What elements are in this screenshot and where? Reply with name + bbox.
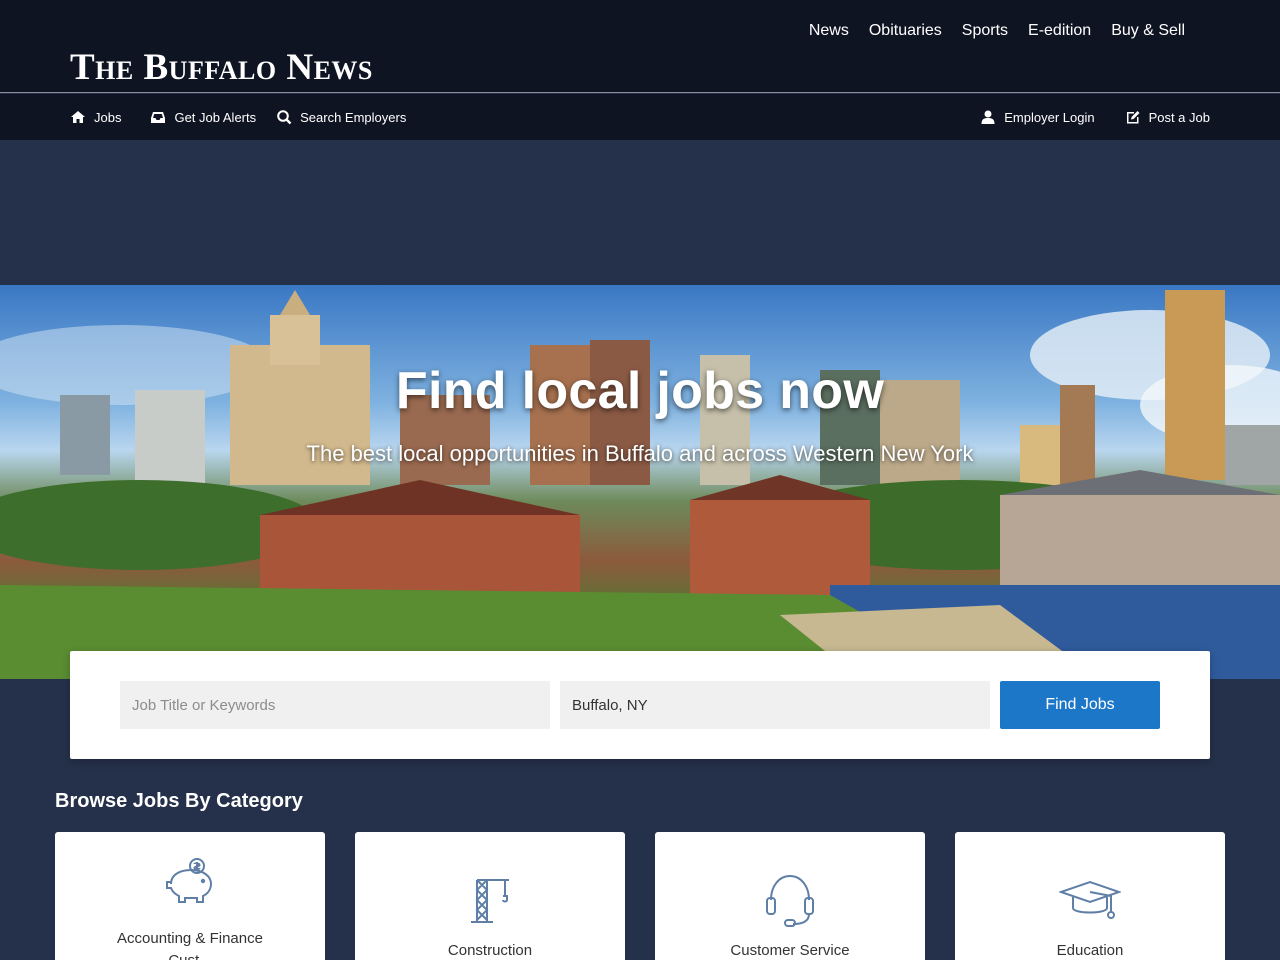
edit-icon <box>1126 111 1140 124</box>
top-nav-news[interactable]: News <box>809 20 849 42</box>
categories-heading: Browse Jobs By Category <box>55 790 303 812</box>
subnav-search-employers[interactable]: Search Employers <box>276 109 406 125</box>
top-nav: News Obituaries Sports E-edition Buy & S… <box>809 20 1185 42</box>
location-input[interactable] <box>560 681 990 729</box>
find-jobs-button[interactable]: Find Jobs <box>1000 681 1160 729</box>
headset-icon <box>766 874 814 927</box>
top-nav-e-edition[interactable]: E-edition <box>1028 20 1091 42</box>
category-card-customer-service[interactable]: Customer Service <box>655 832 925 960</box>
city-skyline-image <box>0 290 1280 679</box>
subnav-job-alerts[interactable]: Get Job Alerts <box>150 109 256 125</box>
subnav-employer-login[interactable]: Employer Login <box>980 109 1095 125</box>
subnav-job-alerts-label: Get Job Alerts <box>174 109 257 125</box>
top-nav-sports[interactable]: Sports <box>962 20 1008 42</box>
top-nav-obituaries[interactable]: Obituaries <box>869 20 942 42</box>
category-label-education: Education <box>1056 942 1124 959</box>
category-label-construction: Construction <box>447 942 533 959</box>
subnav-post-job[interactable]: Post a Job <box>1125 109 1210 125</box>
site-logo[interactable]: The Buffalo News <box>70 48 373 88</box>
search-icon <box>277 110 292 125</box>
user-icon <box>981 110 995 124</box>
piggy-bank-icon <box>166 858 213 903</box>
category-card-accounting[interactable]: Accounting & Finance Cust... <box>55 832 325 960</box>
home-icon <box>71 111 85 123</box>
subnav-post-job-label: Post a Job <box>1148 109 1210 125</box>
hero-subtitle: The best local opportunities in Buffalo … <box>306 441 974 466</box>
hero-banner: Find local jobs now The best local oppor… <box>0 285 1280 679</box>
top-header: The Buffalo News News Obituaries Sports … <box>0 0 1280 93</box>
subnav-jobs-label: Jobs <box>94 109 122 125</box>
category-card-construction[interactable]: Construction <box>355 832 625 960</box>
category-label-customer-service: Customer Service <box>730 942 850 959</box>
keywords-input[interactable] <box>120 681 550 729</box>
subnav-search-employers-label: Search Employers <box>300 109 407 125</box>
crane-icon <box>471 879 509 923</box>
subnav-employer-login-label: Employer Login <box>1004 109 1095 125</box>
category-label-accounting-line2: Cust... <box>55 952 325 960</box>
job-search-form: Find Jobs <box>70 651 1210 759</box>
jobs-subnav: Jobs Get Job Alerts Search Employers Emp… <box>0 94 1280 140</box>
inbox-icon <box>151 112 166 123</box>
top-nav-buy-sell[interactable]: Buy & Sell <box>1111 20 1185 42</box>
category-label-accounting: Accounting & Finance <box>117 930 263 947</box>
hero-title: Find local jobs now <box>395 362 885 420</box>
graduation-cap-icon <box>1059 880 1121 919</box>
category-card-education[interactable]: Education <box>955 832 1225 960</box>
subnav-jobs[interactable]: Jobs <box>70 109 121 125</box>
